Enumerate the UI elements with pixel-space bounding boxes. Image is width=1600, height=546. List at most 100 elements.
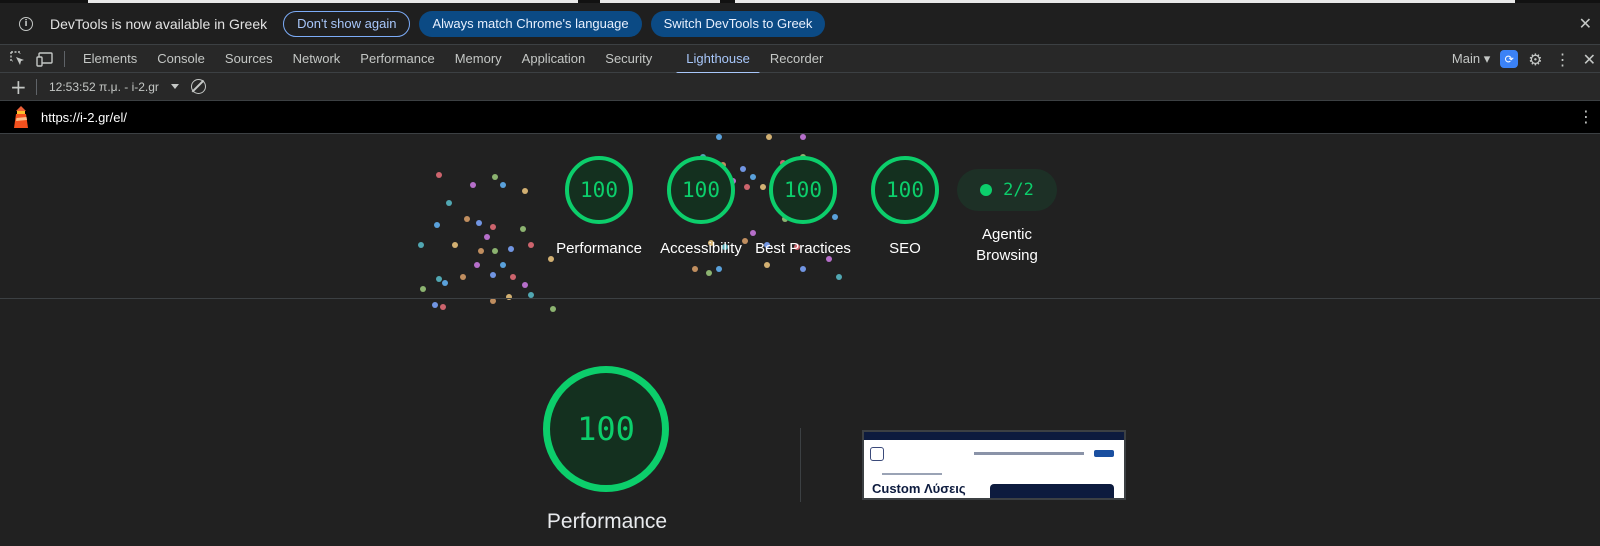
gauge-label: Performance — [556, 240, 642, 257]
extension-icon[interactable]: ⟳ — [1500, 50, 1519, 68]
thumbnail-card — [990, 484, 1114, 498]
page-screenshot-thumbnail[interactable]: Custom Λύσεις — [862, 430, 1126, 500]
always-match-language-button[interactable]: Always match Chrome's language — [419, 10, 642, 37]
confetti-dot — [800, 266, 806, 272]
target-selector[interactable]: Main ▾ — [1452, 51, 1490, 67]
lighthouse-toolbar: + 12:53:52 π.μ. - i-2.gr — [0, 73, 1600, 101]
confetti-dot — [464, 216, 470, 222]
confetti-dot — [452, 242, 458, 248]
report-menu-icon[interactable]: ⋮ — [1578, 107, 1594, 126]
main-gauge-value: 100 — [577, 410, 635, 448]
report-selector[interactable]: 12:53:52 π.μ. - i-2.gr — [49, 80, 159, 94]
confetti-dot — [836, 274, 842, 280]
confetti-dot — [550, 306, 556, 312]
tab-memory[interactable]: Memory — [445, 45, 512, 73]
new-report-icon[interactable]: + — [10, 77, 27, 97]
tab-recorder[interactable]: Recorder — [760, 45, 833, 73]
vertical-divider — [800, 428, 801, 502]
score-summary: 100 Performance 100 Accessibility 100 Be… — [548, 156, 1058, 266]
gauge-value: 100 — [682, 178, 720, 202]
gauge-ring: 100 — [769, 156, 837, 224]
info-icon: i — [19, 16, 33, 31]
gauge-value: 100 — [886, 178, 924, 202]
report-url: https://i-2.gr/el/ — [41, 109, 127, 125]
dont-show-again-button[interactable]: Don't show again — [283, 10, 411, 37]
tab-application[interactable]: Application — [512, 45, 596, 73]
tab-sources[interactable]: Sources — [215, 45, 283, 73]
toolbar-divider — [36, 78, 37, 95]
confetti-dot — [500, 182, 506, 188]
close-icon[interactable]: ✕ — [1579, 14, 1592, 33]
thumbnail-heading: Custom Λύσεις — [872, 481, 966, 496]
confetti-dot — [446, 200, 452, 206]
tab-lighthouse[interactable]: Lighthouse — [676, 45, 760, 74]
confetti-dot — [420, 286, 426, 292]
confetti-dot — [490, 272, 496, 278]
chevron-down-icon: ▾ — [1483, 51, 1491, 66]
confetti-dot — [460, 274, 466, 280]
lighthouse-report: 100 Performance 100 Accessibility 100 Be… — [0, 134, 1600, 546]
lighthouse-logo-icon — [12, 105, 30, 129]
gear-icon[interactable]: ⚙ — [1528, 50, 1542, 69]
confetti-dot — [436, 276, 442, 282]
confetti-dot — [706, 270, 712, 276]
score-gauge-best-practices[interactable]: 100 Best Practices — [752, 156, 854, 266]
devtools-tabbar: Elements Console Sources Network Perform… — [0, 45, 1600, 74]
confetti-dot — [500, 262, 506, 268]
tab-performance[interactable]: Performance — [350, 45, 444, 73]
toolbar-divider — [64, 50, 65, 67]
target-selector-label: Main — [1451, 51, 1481, 66]
gauge-label: SEO — [889, 240, 921, 257]
thumbnail-breadcrumb — [882, 473, 942, 475]
report-dropdown-icon[interactable] — [170, 84, 179, 89]
confetti-dot — [522, 282, 528, 288]
gauge-ring: 100 — [667, 156, 735, 224]
switch-devtools-greek-button[interactable]: Switch DevTools to Greek — [650, 10, 826, 37]
infobar-message: DevTools is now available in Greek — [50, 15, 268, 32]
confetti-dot — [522, 188, 528, 194]
confetti-dot — [766, 134, 772, 140]
score-gauge-seo[interactable]: 100 SEO — [854, 156, 956, 266]
gauge-label: Agentic Browsing — [976, 226, 1038, 264]
confetti-dot — [440, 304, 446, 310]
tab-network[interactable]: Network — [283, 45, 351, 73]
device-toolbar-icon[interactable] — [36, 51, 53, 67]
confetti-dot — [800, 134, 806, 140]
tab-security[interactable]: Security — [595, 45, 662, 73]
confetti-dot — [432, 302, 438, 308]
performance-main-gauge[interactable]: 100 — [543, 366, 669, 492]
inspect-element-icon[interactable] — [10, 50, 26, 67]
confetti-dot — [470, 182, 476, 188]
confetti-dot — [492, 174, 498, 180]
thumbnail-logo-icon — [870, 447, 884, 461]
score-gauge-accessibility[interactable]: 100 Accessibility — [650, 156, 752, 266]
confetti-dot — [476, 220, 482, 226]
gauge-label: Best Practices — [755, 240, 851, 257]
clear-reports-icon[interactable] — [190, 79, 206, 94]
score-agentic-browsing[interactable]: 2/2 Agentic Browsing — [956, 156, 1058, 266]
score-gauge-performance[interactable]: 100 Performance — [548, 156, 650, 266]
gauge-ring: 100 — [565, 156, 633, 224]
confetti-dot — [418, 242, 424, 248]
confetti-dot — [510, 274, 516, 280]
section-divider — [0, 298, 1600, 299]
confetti-dot — [478, 248, 484, 254]
main-gauge-label: Performance — [546, 510, 668, 533]
tab-elements[interactable]: Elements — [73, 45, 147, 73]
confetti-dot — [436, 172, 442, 178]
gauge-label: Accessibility — [660, 240, 742, 257]
confetti-dot — [716, 134, 722, 140]
gauge-ring: 100 — [871, 156, 939, 224]
report-url-bar: https://i-2.gr/el/ ⋮ — [0, 101, 1600, 134]
close-devtools-icon[interactable]: ✕ — [1583, 50, 1596, 69]
pass-dot-icon — [980, 184, 993, 196]
confetti-dot — [508, 246, 514, 252]
confetti-dot — [474, 262, 480, 268]
thumbnail-button — [1094, 450, 1114, 457]
agentic-pill: 2/2 — [957, 169, 1057, 211]
confetti-dot — [692, 266, 698, 272]
confetti-dot — [492, 248, 498, 254]
more-options-icon[interactable]: ⋮ — [1555, 50, 1571, 69]
confetti-dot — [528, 242, 534, 248]
tab-console[interactable]: Console — [147, 45, 215, 73]
